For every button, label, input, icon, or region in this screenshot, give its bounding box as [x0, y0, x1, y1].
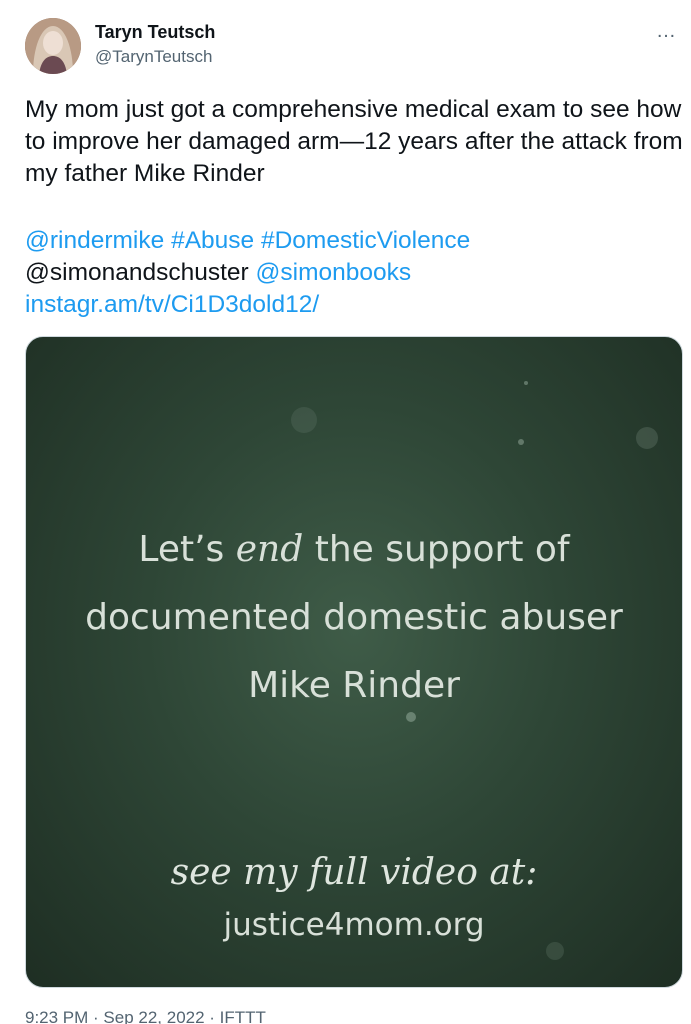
tweet-text: My mom just got a comprehensive medical …: [25, 96, 683, 187]
media-line-1-script: end: [235, 529, 304, 570]
media-url: justice4mom.org: [223, 907, 485, 943]
dust-speck: [524, 381, 528, 385]
instagram-link[interactable]: instagr.am/tv/Ci1D3dold12/: [25, 291, 319, 318]
media-line-1-end: the support of: [303, 529, 570, 570]
media-see-video: see my full video at:: [170, 852, 538, 893]
mention-simonandschuster: @simonandschuster: [25, 259, 249, 286]
mention-simonbooks[interactable]: @simonbooks: [256, 259, 412, 286]
avatar[interactable]: [25, 18, 81, 74]
author-name[interactable]: Taryn Teutsch: [95, 22, 215, 43]
dust-speck: [518, 439, 524, 445]
dust-speck: [291, 407, 317, 433]
dust-speck: [546, 942, 564, 960]
tweet-metadata: 9:23 PM · Sep 22, 2022 · IFTTT: [25, 1008, 266, 1024]
dust-speck: [636, 427, 658, 449]
media-line-1-start: Let’s: [138, 529, 236, 570]
hashtag-domesticviolence[interactable]: #DomesticViolence: [261, 227, 470, 254]
more-options-icon[interactable]: …: [656, 20, 677, 43]
avatar-image: [25, 18, 81, 74]
hashtag-abuse[interactable]: #Abuse: [171, 227, 254, 254]
tweet-links: @rindermike #Abuse #DomesticViolence @si…: [25, 225, 685, 321]
media-line-3: Mike Rinder: [248, 665, 460, 706]
dust-speck: [406, 712, 416, 722]
author-handle[interactable]: @TarynTeutsch: [95, 47, 212, 67]
mention-rindermike[interactable]: @rindermike: [25, 227, 164, 254]
media-line-2: documented domestic abuser: [85, 597, 623, 638]
tweet: Taryn Teutsch @TarynTeutsch … My mom jus…: [0, 0, 691, 1024]
media-video[interactable]: Let’s end the support of documented dome…: [25, 336, 683, 988]
media-line-1: Let’s end the support of: [26, 529, 682, 570]
